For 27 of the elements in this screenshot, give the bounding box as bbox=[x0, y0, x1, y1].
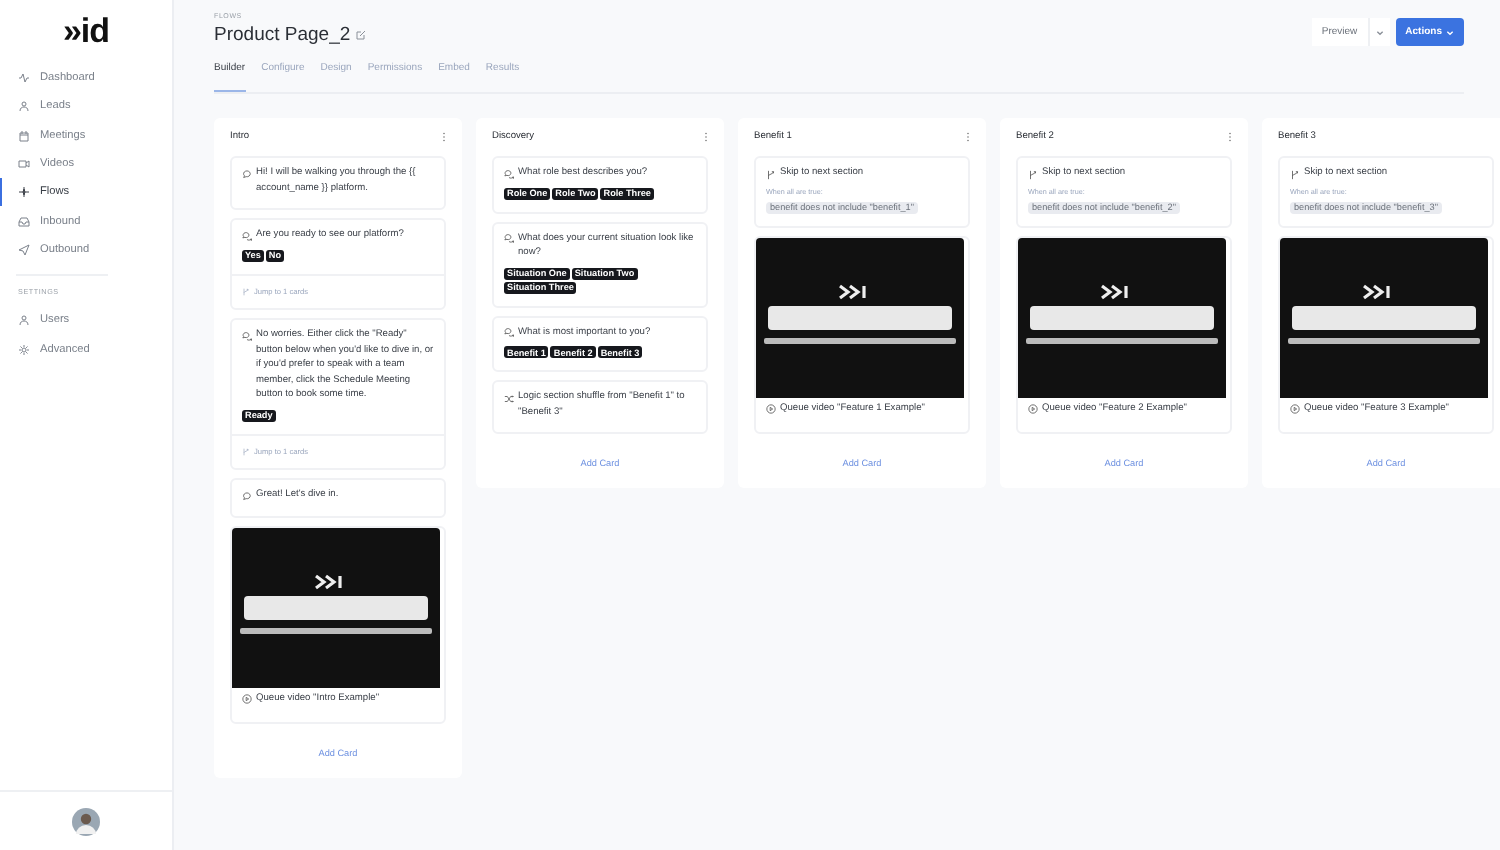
speech-bubble-icon bbox=[242, 491, 252, 501]
calendar-icon bbox=[18, 129, 30, 142]
speech-bubbles-icon bbox=[504, 234, 514, 244]
branch-icon bbox=[766, 169, 776, 179]
logo: »id bbox=[60, 10, 112, 54]
shuffle-icon bbox=[504, 393, 514, 403]
speech-bubbles-icon bbox=[504, 169, 514, 179]
avatar[interactable] bbox=[72, 807, 100, 835]
branch-icon bbox=[242, 448, 250, 456]
speech-bubbles-icon bbox=[242, 331, 252, 341]
speech-bubbles-icon bbox=[242, 231, 252, 241]
branch-icon bbox=[1290, 169, 1300, 179]
page-title: Product Page_2 bbox=[214, 24, 351, 46]
caret-icon bbox=[1375, 29, 1384, 35]
edit-icon[interactable] bbox=[356, 30, 367, 40]
speech-bubble-icon bbox=[242, 169, 252, 179]
branch-icon bbox=[1028, 169, 1038, 179]
pulse-icon bbox=[18, 72, 30, 85]
send-icon bbox=[18, 243, 30, 256]
settings-icon bbox=[18, 343, 30, 356]
person-icon bbox=[18, 314, 30, 327]
caret-icon bbox=[1446, 29, 1454, 35]
people-icon bbox=[18, 100, 30, 113]
branch-icon bbox=[242, 288, 250, 296]
speech-bubbles-icon bbox=[504, 328, 514, 338]
inbox-icon bbox=[18, 215, 30, 228]
camera-icon bbox=[18, 158, 30, 171]
